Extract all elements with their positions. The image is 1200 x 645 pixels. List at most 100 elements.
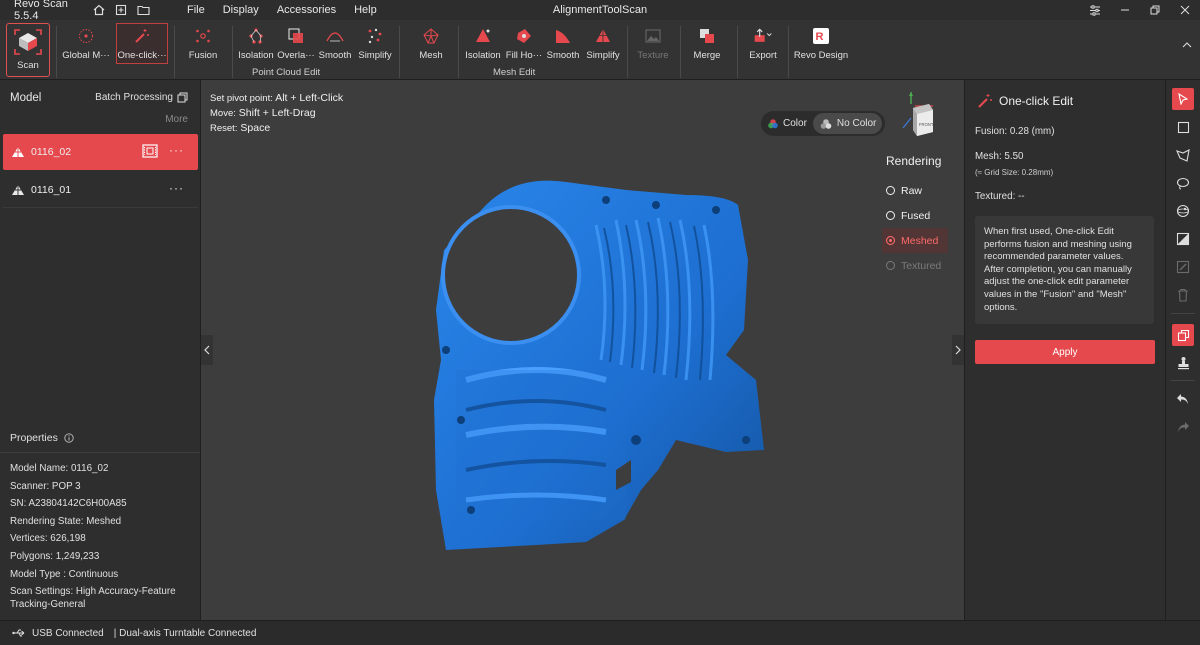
menu-display[interactable]: Display xyxy=(214,0,268,20)
fusion-value: Fusion: 0.28 (mm) xyxy=(975,126,1055,137)
panel-title-label: One-click Edit xyxy=(999,94,1074,108)
fill-hole-button[interactable]: Fill Ho··· xyxy=(505,24,543,64)
polygon-select-icon xyxy=(1176,148,1190,162)
lasso-select-button[interactable] xyxy=(1172,172,1194,194)
rendering-raw[interactable]: Raw xyxy=(886,178,948,203)
scan-button[interactable]: Scan xyxy=(6,23,50,77)
prop-model-type: Model Type : Continuous xyxy=(10,568,119,580)
menu-file[interactable]: File xyxy=(178,0,214,20)
mesh-simplify-icon xyxy=(593,26,613,46)
rendering-textured[interactable]: Textured xyxy=(886,253,948,278)
toolbar-divider xyxy=(458,26,459,78)
isolation-points-icon xyxy=(246,26,266,46)
no-color-option[interactable]: No Color xyxy=(812,113,883,134)
select-tool-button[interactable] xyxy=(1172,88,1194,110)
menu-accessories[interactable]: Accessories xyxy=(268,0,345,20)
new-project-icon[interactable] xyxy=(110,0,132,20)
batch-processing-button[interactable]: Batch Processing xyxy=(95,92,188,103)
plane-cut-button[interactable] xyxy=(1172,228,1194,250)
mesh-simplify-button[interactable]: Simplify xyxy=(585,24,621,64)
overlap-icon xyxy=(286,26,306,46)
toolbar-divider xyxy=(56,26,57,78)
export-button[interactable]: Export xyxy=(746,24,780,64)
rect-select-button[interactable] xyxy=(1172,116,1194,138)
rendering-title: Rendering xyxy=(886,154,942,168)
mesh-isolation-button[interactable]: Isolation xyxy=(464,24,502,64)
mesh-button[interactable]: Mesh xyxy=(414,24,448,64)
hint-pivot: Set pivot point: Alt + Left-Click xyxy=(210,92,343,104)
fusion-button[interactable]: Fusion xyxy=(186,24,220,64)
chevron-left-icon xyxy=(204,345,210,355)
undo-button[interactable] xyxy=(1172,388,1194,410)
model-item-0116-02[interactable]: 0116_02 ··· xyxy=(3,134,198,170)
overlap-button[interactable]: Overla··· xyxy=(277,24,315,64)
mesh-smooth-button[interactable]: Smooth xyxy=(546,24,580,64)
collapse-right-panel-button[interactable] xyxy=(952,335,964,365)
prop-sn: SN: A23804142C6H00A85 xyxy=(10,498,127,510)
mesh-model-icon xyxy=(12,147,24,157)
copy-icon xyxy=(1177,329,1189,341)
copy-layer-button[interactable] xyxy=(1172,324,1194,346)
stamp-icon xyxy=(1177,357,1189,370)
more-options-icon[interactable]: ··· xyxy=(169,143,184,157)
invert-selection-button[interactable] xyxy=(1172,256,1194,278)
sphere-brush-icon xyxy=(1176,204,1190,218)
trash-icon xyxy=(1178,288,1188,302)
menu-help[interactable]: Help xyxy=(345,0,386,20)
fill-hole-label: Fill Ho··· xyxy=(505,50,543,61)
toolbar-divider xyxy=(399,26,400,78)
more-options-icon[interactable]: ··· xyxy=(169,181,184,195)
mesh-label: Mesh xyxy=(419,50,443,61)
model-name: 0116_01 xyxy=(31,183,72,196)
redo-button[interactable] xyxy=(1172,416,1194,438)
rendering-fused[interactable]: Fused xyxy=(886,203,948,228)
close-icon[interactable] xyxy=(1170,0,1200,20)
stamp-button[interactable] xyxy=(1172,352,1194,374)
mesh-simplify-label: Simplify xyxy=(586,50,620,61)
settings-sliders-icon[interactable] xyxy=(1080,0,1110,20)
pc-simplify-label: Simplify xyxy=(358,50,392,61)
model-item-0116-01[interactable]: 0116_01 ··· xyxy=(3,172,198,208)
global-mode-button[interactable]: Global M··· xyxy=(62,24,110,64)
texture-button[interactable]: Texture xyxy=(636,24,670,64)
rendering-meshed[interactable]: Meshed xyxy=(882,228,948,253)
texture-label: Texture xyxy=(637,50,669,61)
rendering-panel: Rendering Raw Fused Meshed Textured xyxy=(882,154,948,278)
gizmo-front-label: FRONT xyxy=(919,122,934,127)
revo-design-button[interactable]: R Revo Design xyxy=(794,24,848,64)
polygon-select-button[interactable] xyxy=(1172,144,1194,166)
one-click-edit-button[interactable]: One-click··· xyxy=(116,23,168,64)
collapse-left-panel-button[interactable] xyxy=(201,335,213,365)
pc-smooth-button[interactable]: Smooth xyxy=(318,24,352,64)
color-option[interactable]: Color xyxy=(761,113,813,134)
rendering-fused-label: Fused xyxy=(901,209,931,222)
properties-title: Properties xyxy=(10,432,74,444)
strip-divider xyxy=(1171,313,1195,314)
info-icon[interactable] xyxy=(64,433,74,443)
view-cube-gizmo[interactable]: FRONT xyxy=(901,88,941,140)
collapse-toolbar-icon[interactable] xyxy=(1182,40,1192,52)
apply-button[interactable]: Apply xyxy=(975,340,1155,364)
mesh-smooth-label: Smooth xyxy=(546,50,580,61)
pc-simplify-button[interactable]: Simplify xyxy=(357,24,393,64)
radio-icon xyxy=(886,236,895,245)
home-icon[interactable] xyxy=(88,0,110,20)
global-mode-label: Global M··· xyxy=(62,50,110,61)
undo-icon xyxy=(1177,394,1188,404)
delete-button[interactable] xyxy=(1172,284,1194,306)
scanned-model-mesh xyxy=(434,180,764,551)
restore-icon[interactable] xyxy=(1140,0,1170,20)
minimize-icon[interactable] xyxy=(1110,0,1140,20)
brush-select-button[interactable] xyxy=(1172,200,1194,222)
revo-design-logo-icon: R xyxy=(811,26,831,46)
properties-list: Model Name: 0116_02 Scanner: POP 3 SN: A… xyxy=(10,460,195,611)
fusion-label: Fusion xyxy=(188,50,218,61)
title-bar: Revo Scan 5.5.4 File Display Accessories… xyxy=(0,0,1200,22)
3d-viewport[interactable]: Set pivot point: Alt + Left-Click Move: … xyxy=(201,80,964,620)
open-folder-icon[interactable] xyxy=(132,0,154,20)
model-name: 0116_02 xyxy=(31,146,72,158)
more-link[interactable]: More xyxy=(165,114,188,125)
pc-isolation-button[interactable]: Isolation xyxy=(238,24,274,64)
film-strip-icon[interactable] xyxy=(142,144,158,158)
merge-button[interactable]: Merge xyxy=(692,24,722,64)
